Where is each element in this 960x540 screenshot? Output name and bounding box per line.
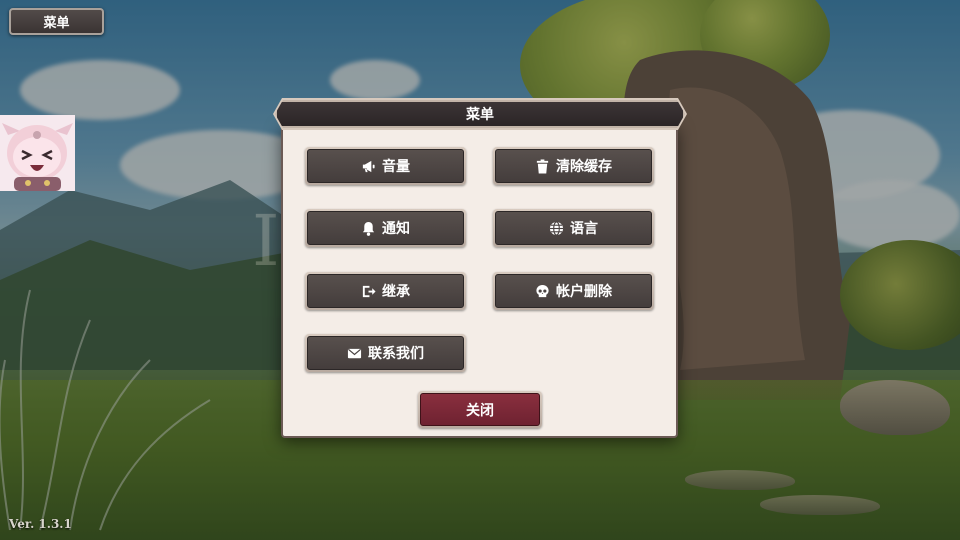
avatar-image <box>0 115 75 191</box>
delete-account-button-label: 帐户删除 <box>556 284 612 300</box>
close-button[interactable]: 关闭 <box>418 391 542 428</box>
avatar[interactable] <box>0 115 75 191</box>
language-button[interactable]: 语言 <box>493 209 654 247</box>
trash-icon <box>536 158 549 174</box>
volume-button[interactable]: 音量 <box>305 147 466 185</box>
megaphone-icon <box>362 160 375 172</box>
mail-icon <box>347 348 362 358</box>
version-label: Ver. 1.3.1 <box>9 517 72 531</box>
notification-button-label: 通知 <box>382 221 410 237</box>
inherit-button[interactable]: 继承 <box>305 272 466 310</box>
skull-icon <box>536 284 549 297</box>
clear-cache-button[interactable]: 清除缓存 <box>493 147 654 185</box>
delete-account-button[interactable]: 帐户删除 <box>493 272 654 310</box>
contact-us-button-label: 联系我们 <box>368 346 424 362</box>
bell-icon <box>362 221 375 236</box>
menu-button[interactable]: 菜单 <box>9 8 104 35</box>
close-button-label: 关闭 <box>466 402 494 419</box>
clear-cache-button-label: 清除缓存 <box>556 159 612 175</box>
export-icon <box>362 285 376 297</box>
notification-button[interactable]: 通知 <box>305 209 466 247</box>
globe-icon <box>549 220 564 236</box>
language-button-label: 语言 <box>570 221 598 237</box>
contact-us-button[interactable]: 联系我们 <box>305 334 466 372</box>
menu-button-label: 菜单 <box>43 16 70 31</box>
dialog-title-bar: 菜单 <box>275 100 685 128</box>
dialog-title: 菜单 <box>466 107 494 123</box>
inherit-button-label: 继承 <box>382 284 410 300</box>
volume-button-label: 音量 <box>382 159 410 175</box>
